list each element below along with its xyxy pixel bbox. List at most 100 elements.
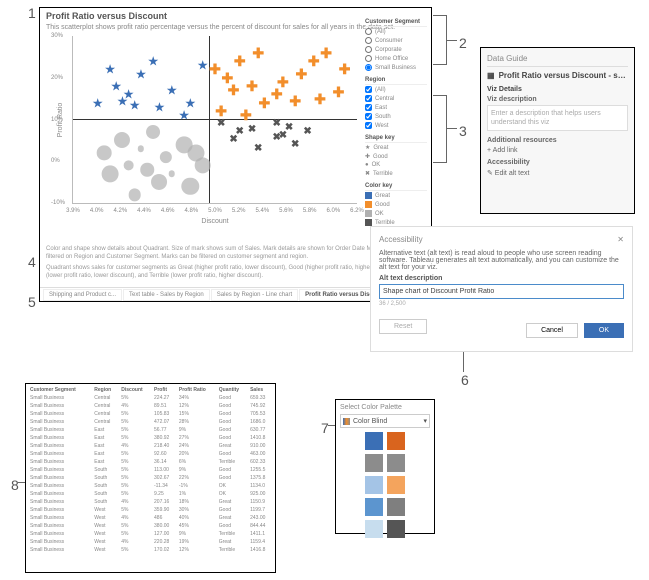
- table-row[interactable]: Small BusinessEast5%92.6020%Good463.00: [28, 450, 273, 458]
- reset-button[interactable]: Reset: [379, 319, 427, 334]
- mark-great[interactable]: ★: [178, 109, 190, 122]
- alt-text-input[interactable]: [379, 284, 624, 299]
- mark-terrible[interactable]: ✖: [248, 125, 256, 135]
- mark-ok[interactable]: [123, 160, 134, 171]
- mark-good[interactable]: ✚: [289, 94, 301, 108]
- col-header[interactable]: Quantity: [217, 386, 248, 394]
- mark-ok[interactable]: [114, 132, 130, 148]
- col-header[interactable]: Profit Ratio: [177, 386, 217, 394]
- mark-ok[interactable]: [97, 146, 112, 161]
- mark-ok[interactable]: [194, 157, 211, 174]
- palette-swatch[interactable]: [365, 498, 383, 516]
- mark-terrible[interactable]: ✖: [273, 119, 281, 129]
- mark-terrible[interactable]: ✖: [217, 119, 225, 129]
- segment-item[interactable]: Small Business: [365, 63, 427, 72]
- mark-good[interactable]: ✚: [228, 83, 240, 97]
- col-header[interactable]: Profit: [152, 386, 177, 394]
- radio[interactable]: [365, 46, 372, 53]
- table-row[interactable]: Small BusinessSouth5%-11.34-1%OK1134.0: [28, 482, 273, 490]
- checkbox[interactable]: [365, 113, 372, 120]
- region-item[interactable]: West: [365, 121, 427, 130]
- mark-terrible[interactable]: ✖: [235, 127, 243, 137]
- palette-swatch[interactable]: [365, 520, 383, 538]
- scatter-plot[interactable]: Discount Profit Ratio ★★★★★★★★★★★★★✚✚✚✚✚…: [72, 36, 357, 204]
- mark-good[interactable]: ✚: [308, 54, 320, 68]
- close-icon[interactable]: ✕: [617, 235, 624, 244]
- radio[interactable]: [365, 28, 372, 35]
- mark-terrible[interactable]: ✖: [291, 140, 299, 150]
- mark-terrible[interactable]: ✖: [303, 127, 311, 137]
- palette-swatch[interactable]: [387, 432, 405, 450]
- table-row[interactable]: Small BusinessWest5%359.9030%Good1199.7: [28, 506, 273, 514]
- table-row[interactable]: Small BusinessEast5%56.779%Good630.77: [28, 426, 273, 434]
- mark-ok[interactable]: [159, 151, 171, 163]
- col-header[interactable]: Customer Segment: [28, 386, 92, 394]
- table-row[interactable]: Small BusinessSouth5%9.251%OK925.00: [28, 490, 273, 498]
- palette-swatch[interactable]: [387, 520, 405, 538]
- table-row[interactable]: Small BusinessWest4%48640%Great243.00: [28, 514, 273, 522]
- table-row[interactable]: Small BusinessWest5%127.009%Terrible1411…: [28, 530, 273, 538]
- palette-swatch[interactable]: [387, 454, 405, 472]
- table-row[interactable]: Small BusinessEast5%380.9227%Good1410.8: [28, 434, 273, 442]
- palette-swatch[interactable]: [365, 454, 383, 472]
- mark-good[interactable]: ✚: [339, 62, 351, 76]
- mark-terrible[interactable]: ✖: [254, 144, 262, 154]
- mark-good[interactable]: ✚: [215, 104, 227, 118]
- segment-item[interactable]: (All): [365, 27, 427, 36]
- mark-great[interactable]: ★: [184, 96, 196, 109]
- tab[interactable]: Text table - Sales by Region: [123, 289, 210, 301]
- edit-alt-text-button[interactable]: ✎ Edit alt text: [487, 169, 628, 177]
- region-item[interactable]: East: [365, 103, 427, 112]
- segment-item[interactable]: Corporate: [365, 45, 427, 54]
- mark-good[interactable]: ✚: [296, 67, 308, 81]
- radio[interactable]: [365, 37, 372, 44]
- add-link-button[interactable]: + Add link: [487, 147, 628, 154]
- mark-great[interactable]: ★: [92, 96, 104, 109]
- palette-swatch[interactable]: [365, 432, 383, 450]
- checkbox[interactable]: [365, 122, 372, 129]
- region-item[interactable]: South: [365, 112, 427, 121]
- mark-great[interactable]: ★: [166, 84, 178, 97]
- mark-good[interactable]: ✚: [259, 96, 271, 110]
- ok-button[interactable]: OK: [584, 323, 624, 338]
- mark-great[interactable]: ★: [135, 67, 147, 80]
- mark-good[interactable]: ✚: [252, 46, 264, 60]
- region-item[interactable]: (All): [365, 85, 427, 94]
- table-row[interactable]: Small BusinessCentral4%89.5112%Good745.9…: [28, 402, 273, 410]
- mark-good[interactable]: ✚: [333, 85, 345, 99]
- table-row[interactable]: Small BusinessSouth5%113.009%Good1255.5: [28, 466, 273, 474]
- table-row[interactable]: Small BusinessSouth4%207.1618%Great1150.…: [28, 498, 273, 506]
- cancel-button[interactable]: Cancel: [526, 323, 578, 338]
- col-header[interactable]: Discount: [119, 386, 152, 394]
- palette-swatch[interactable]: [387, 498, 405, 516]
- mark-terrible[interactable]: ✖: [285, 123, 293, 133]
- table-row[interactable]: Small BusinessCentral5%105.8315%Good705.…: [28, 410, 273, 418]
- mark-ok[interactable]: [151, 174, 167, 190]
- table-row[interactable]: Small BusinessCentral5%472.0728%Good1686…: [28, 418, 273, 426]
- mark-good[interactable]: ✚: [314, 92, 326, 106]
- mark-ok[interactable]: [102, 165, 119, 182]
- mark-ok[interactable]: [138, 146, 144, 152]
- table-row[interactable]: Small BusinessCentral5%224.2734%Good659.…: [28, 394, 273, 402]
- radio[interactable]: [365, 55, 372, 62]
- tab[interactable]: Shipping and Product c...: [43, 289, 122, 301]
- mark-ok[interactable]: [169, 171, 176, 178]
- mark-ok[interactable]: [182, 178, 199, 195]
- mark-great[interactable]: ★: [154, 100, 166, 113]
- radio[interactable]: [365, 64, 372, 71]
- mark-good[interactable]: ✚: [277, 75, 289, 89]
- mark-good[interactable]: ✚: [320, 46, 332, 60]
- table-row[interactable]: Small BusinessWest5%380.0045%Good844.44: [28, 522, 273, 530]
- mark-good[interactable]: ✚: [246, 79, 258, 93]
- data-table[interactable]: Customer SegmentRegionDiscountProfitProf…: [28, 386, 273, 554]
- table-row[interactable]: Small BusinessEast4%218.4024%Great910.00: [28, 442, 273, 450]
- tab[interactable]: Sales by Region - Line chart: [211, 289, 298, 301]
- table-row[interactable]: Small BusinessWest4%220.2819%Great1159.4: [28, 538, 273, 546]
- mark-good[interactable]: ✚: [240, 108, 252, 122]
- mark-great[interactable]: ★: [104, 63, 116, 76]
- palette-select[interactable]: Color Blind▾: [340, 414, 430, 428]
- mark-ok[interactable]: [146, 125, 160, 139]
- mark-good[interactable]: ✚: [209, 62, 221, 76]
- region-item[interactable]: Central: [365, 94, 427, 103]
- mark-great[interactable]: ★: [147, 55, 159, 68]
